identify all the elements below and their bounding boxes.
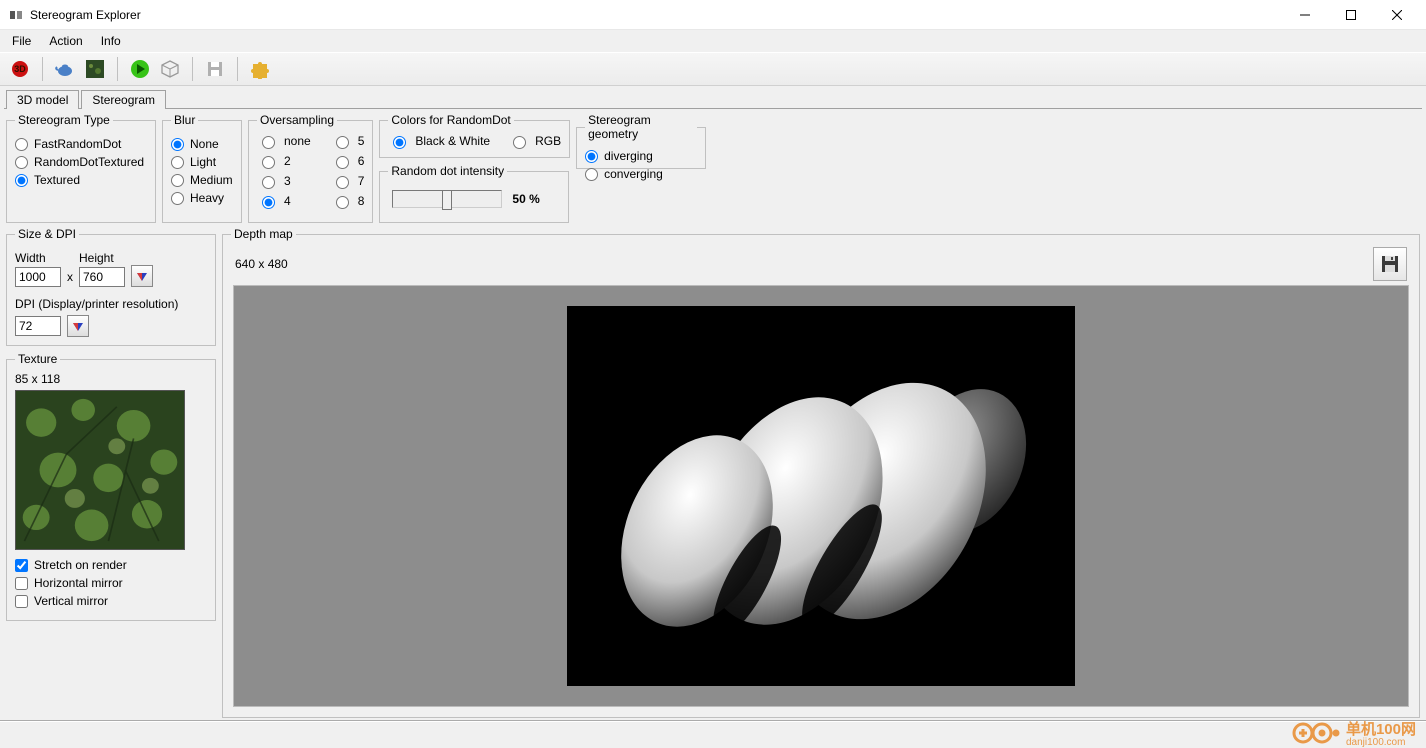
radio-blur-light[interactable]: Light (171, 155, 233, 169)
label-x: x (67, 270, 73, 287)
titlebar: Stereogram Explorer (0, 0, 1426, 30)
group-texture: Texture 85 x 118 (6, 352, 216, 621)
radio-fastrandomdot[interactable]: FastRandomDot (15, 137, 147, 151)
toolbar-separator (192, 57, 193, 81)
label-fastrandomdot: FastRandomDot (34, 137, 121, 151)
tool-puzzle-icon[interactable] (246, 55, 274, 83)
group-blur: Blur None Light Medium Heavy (162, 113, 242, 223)
input-height[interactable] (79, 267, 125, 287)
group-depth-map: Depth map 640 x 480 (222, 227, 1420, 718)
slider-random-dot-intensity[interactable] (392, 190, 502, 208)
watermark-icon (1292, 722, 1340, 744)
value-random-dot-intensity: 50 % (512, 192, 539, 206)
app-icon (8, 7, 24, 23)
watermark-sub: danji100.com (1346, 737, 1416, 748)
minimize-button[interactable] (1282, 0, 1328, 30)
tabs: 3D model Stereogram (0, 86, 1426, 108)
legend-blur: Blur (171, 113, 198, 127)
radio-ov-8[interactable]: 8 (331, 193, 365, 209)
maximize-button[interactable] (1328, 0, 1374, 30)
label-dpi: DPI (Display/printer resolution) (15, 297, 207, 311)
watermark-text: 单机100网 (1346, 721, 1416, 738)
tool-play-icon[interactable] (126, 55, 154, 83)
label-height: Height (79, 251, 125, 265)
check-hmirror[interactable]: Horizontal mirror (15, 576, 207, 590)
label-texture-dims: 85 x 118 (15, 372, 207, 386)
radio-randomdottextured[interactable]: RandomDotTextured (15, 155, 147, 169)
input-dpi[interactable] (15, 316, 61, 336)
tool-cube-icon[interactable] (156, 55, 184, 83)
legend-colors: Colors for RandomDot (388, 113, 513, 127)
radio-textured[interactable]: Textured (15, 173, 147, 187)
toolbar: 3D (0, 52, 1426, 86)
tab-3d-model[interactable]: 3D model (6, 90, 79, 109)
tool-texture-icon[interactable] (81, 55, 109, 83)
label-textured: Textured (34, 173, 80, 187)
group-colors: Colors for RandomDot Black & White RGB (379, 113, 570, 158)
radio-ov-4[interactable]: 4 (257, 193, 311, 209)
group-random-dot-intensity: Random dot intensity 50 % (379, 164, 569, 223)
radio-ov-2[interactable]: 2 (257, 153, 311, 169)
legend-size-dpi: Size & DPI (15, 227, 79, 241)
close-button[interactable] (1374, 0, 1420, 30)
window-title: Stereogram Explorer (30, 8, 1282, 22)
radio-blur-medium[interactable]: Medium (171, 173, 233, 187)
group-size-dpi: Size & DPI Width x Height DPI (Disp (6, 227, 216, 346)
tool-3d-icon[interactable]: 3D (6, 55, 34, 83)
radio-blur-none[interactable]: None (171, 137, 233, 151)
tab-stereogram[interactable]: Stereogram (81, 90, 166, 109)
group-stereogram-type: Stereogram Type FastRandomDot RandomDotT… (6, 113, 156, 223)
legend-stereogram-type: Stereogram Type (15, 113, 113, 127)
radio-diverging[interactable]: diverging (585, 149, 697, 163)
tool-teapot-icon[interactable] (51, 55, 79, 83)
statusbar: 单机100网 danji100.com (0, 720, 1426, 744)
legend-geometry: Stereogram geometry (585, 113, 697, 141)
check-vmirror[interactable]: Vertical mirror (15, 594, 207, 608)
menu-action[interactable]: Action (41, 32, 92, 50)
button-save-depth[interactable] (1373, 247, 1407, 281)
legend-texture: Texture (15, 352, 60, 366)
legend-depth-map: Depth map (231, 227, 296, 241)
toolbar-separator (42, 57, 43, 81)
menu-info[interactable]: Info (93, 32, 131, 50)
depth-canvas[interactable] (233, 285, 1409, 707)
menu-file[interactable]: File (4, 32, 41, 50)
radio-color-rgb[interactable]: RGB (508, 133, 561, 149)
svg-text:3D: 3D (14, 64, 26, 74)
label-depth-dims: 640 x 480 (235, 257, 288, 271)
radio-blur-heavy[interactable]: Heavy (171, 191, 233, 205)
radio-ov-none[interactable]: none (257, 133, 311, 149)
label-randomdottextured: RandomDotTextured (34, 155, 144, 169)
button-size-preset[interactable] (131, 265, 153, 287)
radio-ov-7[interactable]: 7 (331, 173, 365, 189)
depth-image (567, 306, 1075, 686)
button-dpi-preset[interactable] (67, 315, 89, 337)
radio-ov-3[interactable]: 3 (257, 173, 311, 189)
radio-color-bw[interactable]: Black & White (388, 133, 490, 149)
group-geometry: Stereogram geometry diverging converging (576, 113, 706, 169)
check-stretch[interactable]: Stretch on render (15, 558, 207, 572)
toolbar-separator (117, 57, 118, 81)
content: Stereogram Type FastRandomDot RandomDotT… (0, 109, 1426, 718)
radio-ov-5[interactable]: 5 (331, 133, 365, 149)
toolbar-separator (237, 57, 238, 81)
label-width: Width (15, 251, 61, 265)
texture-preview[interactable] (15, 390, 185, 550)
legend-rdint: Random dot intensity (388, 164, 507, 178)
tool-save-icon[interactable] (201, 55, 229, 83)
radio-ov-6[interactable]: 6 (331, 153, 365, 169)
menubar: File Action Info (0, 30, 1426, 52)
legend-oversampling: Oversampling (257, 113, 337, 127)
input-width[interactable] (15, 267, 61, 287)
radio-converging[interactable]: converging (585, 167, 697, 181)
group-oversampling: Oversampling none 5 2 6 3 7 4 8 (248, 113, 373, 223)
